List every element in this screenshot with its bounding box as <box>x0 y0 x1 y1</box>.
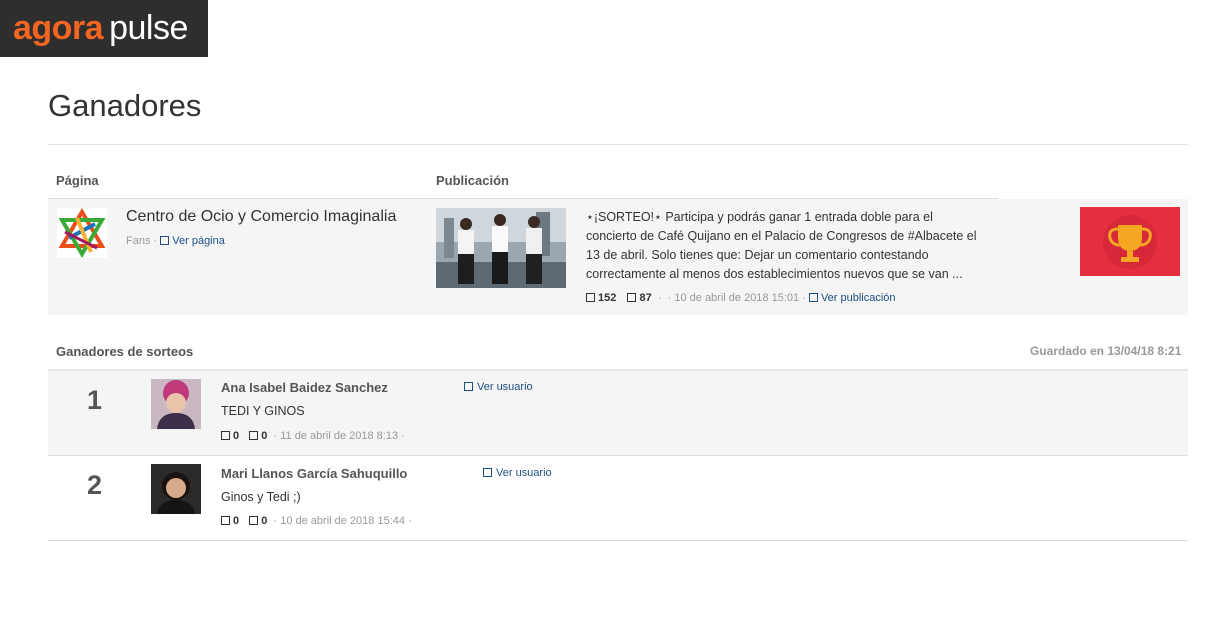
row-divider <box>48 540 1188 541</box>
checkbox-icon <box>464 382 473 391</box>
likes-icon <box>221 431 230 440</box>
winner-rank: 2 <box>87 470 103 500</box>
view-user-link[interactable]: Ver usuario <box>483 467 552 479</box>
replies-icon <box>249 431 259 440</box>
likes-icon <box>221 516 230 525</box>
winner-date: 10 de abril de 2018 15:44 <box>280 515 405 527</box>
section-label: Ganadores de sorteos <box>56 344 194 359</box>
winner-meta: 0 0 · 10 de abril de 2018 15:44 · <box>221 515 412 527</box>
winner-likes: 0 <box>233 430 240 442</box>
trophy-card <box>1080 207 1180 276</box>
view-post-link[interactable]: Ver publicación <box>808 292 896 304</box>
winner-comment: Ginos y Tedi ;) <box>221 490 301 504</box>
header-page: Página <box>56 173 99 188</box>
view-user-link[interactable]: Ver usuario <box>464 381 533 393</box>
winner-date: 11 de abril de 2018 8:13 <box>280 430 399 442</box>
post-image[interactable] <box>436 208 566 288</box>
post-comments-count: 87 <box>639 292 652 304</box>
checkbox-icon <box>483 468 492 477</box>
page-meta: Fans · Ver página <box>126 235 225 247</box>
post-text: ⋆¡SORTEO!⋆ Participa y podrás ganar 1 en… <box>586 210 977 281</box>
fans-label: Fans <box>126 235 151 247</box>
winner-rank: 1 <box>87 385 103 415</box>
winner-row <box>48 456 1188 541</box>
page-name[interactable]: Centro de Ocio y Comercio Imaginalia <box>126 208 396 226</box>
winner-likes: 0 <box>233 515 240 527</box>
likes-icon <box>586 293 595 302</box>
winner-meta: 0 0 · 11 de abril de 2018 8:13 · <box>221 430 405 442</box>
checkbox-icon <box>808 293 818 302</box>
checkbox-icon <box>160 236 170 245</box>
post-meta: 152 87 · · 10 de abril de 2018 15:01 · V… <box>586 292 896 304</box>
post-date: 10 de abril de 2018 15:01 <box>674 292 800 304</box>
saved-timestamp: Guardado en 13/04/18 8:21 <box>1030 344 1182 358</box>
replies-icon <box>249 516 259 525</box>
header-post: Publicación <box>436 173 509 188</box>
winner-replies: 0 <box>261 515 268 527</box>
page-title: Ganadores <box>48 88 202 123</box>
winner-replies: 0 <box>261 430 268 442</box>
avatar[interactable] <box>151 464 201 514</box>
view-page-link[interactable]: Ver página <box>160 235 225 247</box>
post-likes-count: 152 <box>598 292 617 304</box>
comments-icon <box>627 293 637 302</box>
winner-comment: TEDI Y GINOS <box>221 404 305 418</box>
agorapulse-logo[interactable]: agora pulse <box>0 0 208 57</box>
winner-name[interactable]: Ana Isabel Baidez Sanchez <box>221 380 388 395</box>
title-divider <box>48 144 1188 145</box>
avatar[interactable] <box>151 379 201 429</box>
logo-pulse-text: pulse <box>109 9 188 47</box>
trophy-icon <box>1080 207 1180 276</box>
logo-agora-text: agora <box>13 9 104 47</box>
winner-row <box>48 371 1188 456</box>
page-logo <box>57 208 107 258</box>
winner-name[interactable]: Mari Llanos García Sahuquillo <box>221 466 407 481</box>
